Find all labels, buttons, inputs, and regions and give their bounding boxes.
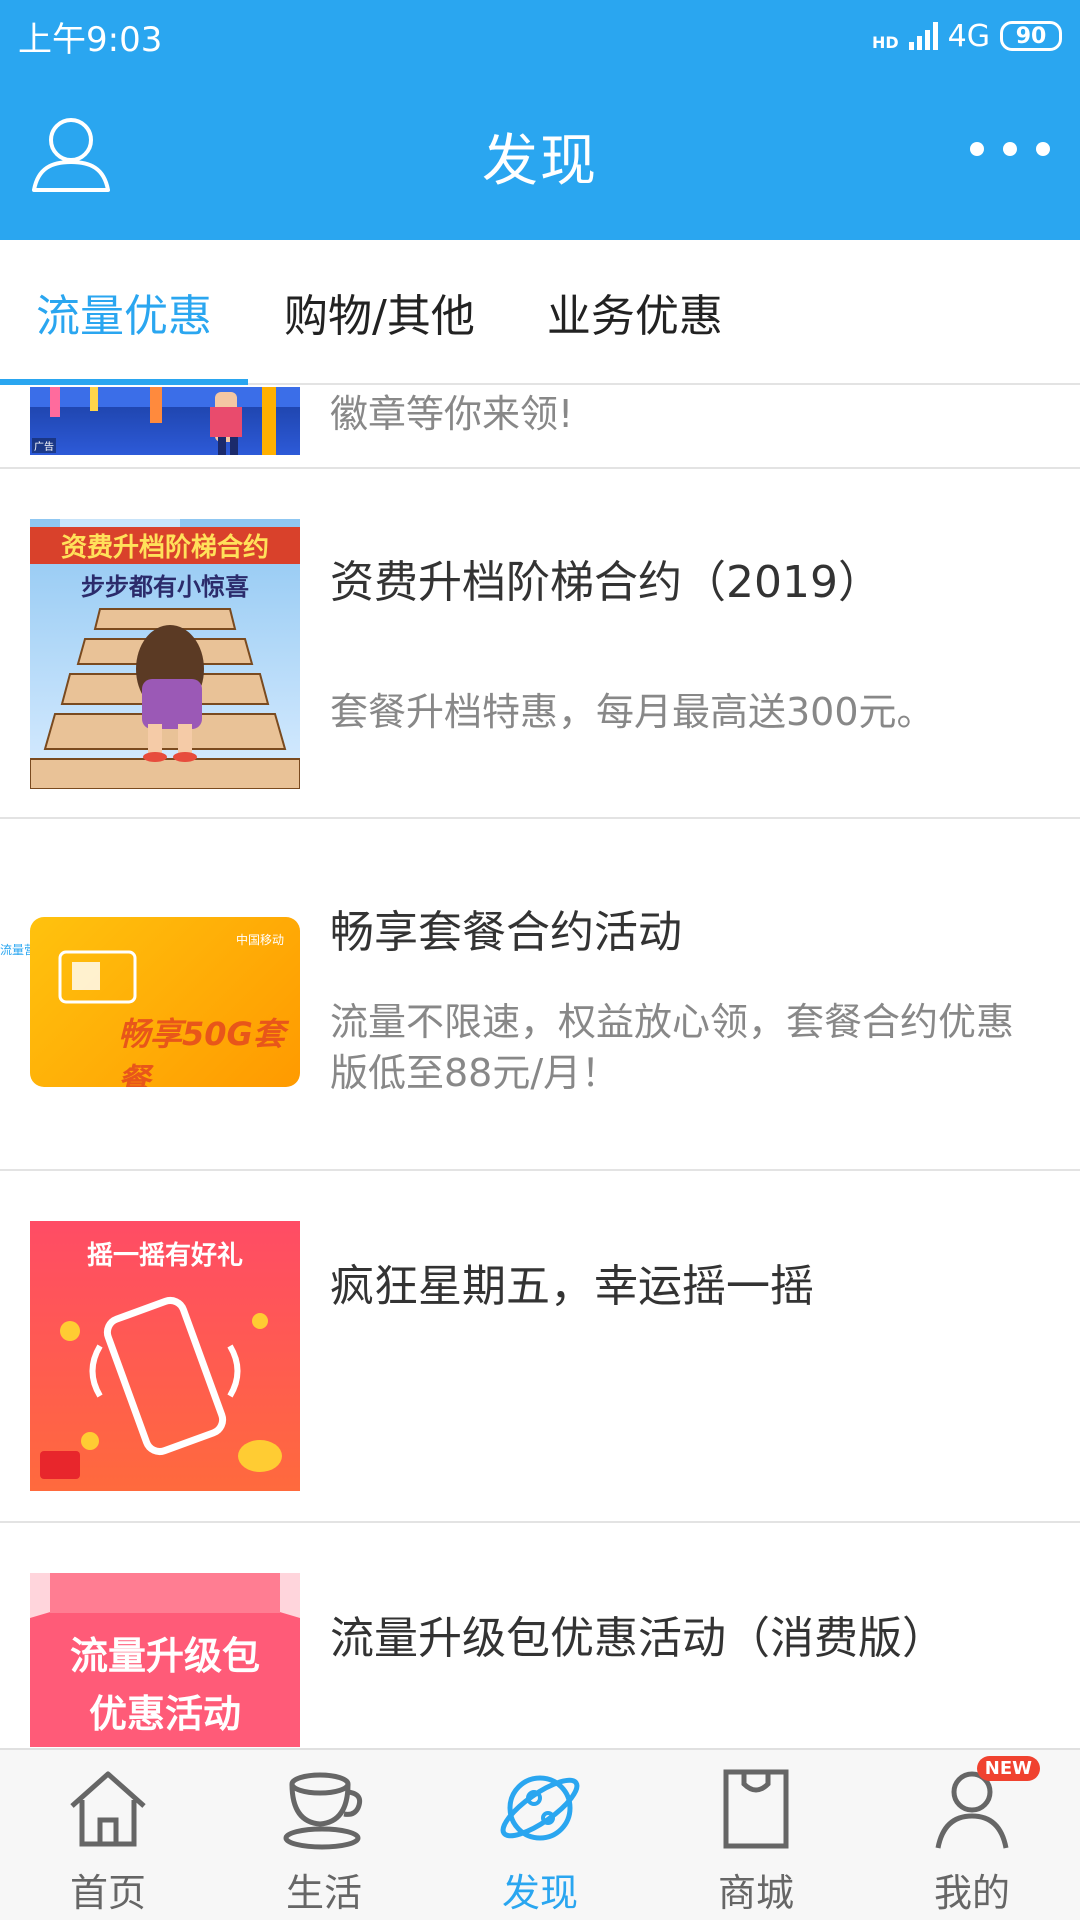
- status-indicators: HD 4G 90: [872, 19, 1062, 54]
- thumb-caption: 资费升档阶梯合约: [30, 527, 300, 564]
- list-item[interactable]: 广告 徽章等你来领!: [0, 387, 1080, 469]
- signal-icon: [908, 22, 938, 50]
- thumb-caption: 流量升级包: [69, 1634, 260, 1678]
- nav-discover[interactable]: 发现: [432, 1750, 648, 1920]
- nav-life[interactable]: 生活: [216, 1750, 432, 1920]
- nav-home[interactable]: 首页: [0, 1750, 216, 1920]
- promo-banner-image: 广告: [30, 387, 300, 455]
- battery-icon: 90: [1000, 21, 1062, 51]
- list-item[interactable]: 资费升档阶梯合约 步步都有小惊喜 资费升档阶梯合约（2019） 套餐升档特惠，每…: [0, 469, 1080, 819]
- thumb-caption: 畅享50G套餐: [118, 1015, 285, 1087]
- thumb-caption: 摇一摇有好礼: [86, 1241, 243, 1271]
- nav-label: 我的: [933, 1871, 1010, 1915]
- more-dot-icon: [970, 142, 984, 156]
- nav-mall[interactable]: 商城: [648, 1750, 864, 1920]
- more-button[interactable]: [970, 134, 1050, 164]
- item-title: 资费升档阶梯合约（2019）: [330, 557, 882, 608]
- thumb-caption: 优惠活动: [88, 1692, 241, 1736]
- tab-label: 业务优惠: [546, 290, 723, 342]
- shake-phone-image: 摇一摇有好礼: [30, 1221, 300, 1491]
- item-title: 疯狂星期五，幸运摇一摇: [330, 1261, 814, 1312]
- tab-label: 购物/其他: [284, 290, 475, 342]
- user-outline-icon: [32, 118, 110, 192]
- user-icon: NEW: [926, 1756, 1040, 1854]
- app-header: 发现: [0, 72, 1080, 240]
- tab-service-offers[interactable]: 业务优惠: [511, 240, 759, 383]
- status-bar: 上午9:03 HD 4G 90: [0, 0, 1080, 72]
- nav-label: 生活: [285, 1871, 362, 1915]
- item-desc: 流量不限速，权益放心领，套餐合约优惠版低至88元/月！: [330, 1000, 1015, 1096]
- shopping-bag-icon: [710, 1762, 802, 1854]
- item-desc: 徽章等你来领!: [330, 392, 574, 436]
- cup-icon: [278, 1762, 370, 1854]
- item-title: 流量升级包优惠活动（消费版）: [330, 1613, 946, 1664]
- list-item[interactable]: 摇一摇有好礼 疯狂星期五，幸运摇一摇: [0, 1171, 1080, 1523]
- page-title: 发现: [482, 128, 598, 194]
- item-desc: 套餐升档特惠，每月最高送300元。: [330, 690, 935, 734]
- tab-label: 流量优惠: [36, 290, 212, 342]
- hd-label: HD: [871, 32, 899, 52]
- offer-list: 广告 徽章等你来领! 资费升档阶梯合约 步步都有小惊喜 资费升档阶梯合约（201…: [0, 387, 1080, 1747]
- nav-label: 商城: [717, 1871, 794, 1915]
- home-icon: [62, 1762, 154, 1854]
- stairs-girl-image: 资费升档阶梯合约 步步都有小惊喜: [30, 519, 300, 789]
- planet-icon: [494, 1762, 586, 1854]
- upgrade-pack-image: 流量升级包 优惠活动: [30, 1573, 300, 1747]
- bottom-nav: 首页 生活 发现 商城 NEW 我的: [0, 1748, 1080, 1920]
- list-item[interactable]: 流量升级包 优惠活动 流量升级包优惠活动（消费版）: [0, 1523, 1080, 1747]
- ad-badge: 广告: [32, 438, 56, 453]
- item-title: 畅享套餐合约活动: [330, 907, 682, 958]
- nav-label: 发现: [501, 1871, 578, 1915]
- tab-traffic-offers[interactable]: 流量优惠: [0, 240, 248, 385]
- china-mobile-logo: 中国移动: [235, 933, 284, 947]
- status-time: 上午9:03: [18, 19, 163, 60]
- more-dot-icon: [1036, 142, 1050, 156]
- more-dot-icon: [1003, 142, 1017, 156]
- tab-shopping-other[interactable]: 购物/其他: [248, 240, 511, 383]
- sim-card-image: 中国移动 畅享50G套餐: [30, 917, 300, 1087]
- list-item[interactable]: 流量营业 中国移动 畅享50G套餐 畅享套餐合约活动 流量不限速，权益放心领，套…: [0, 819, 1080, 1171]
- nav-mine[interactable]: NEW 我的: [864, 1750, 1080, 1920]
- nav-label: 首页: [69, 1871, 146, 1915]
- category-tabs: 流量优惠 购物/其他 业务优惠: [0, 240, 1080, 385]
- profile-button[interactable]: [30, 112, 112, 194]
- battery-level: 90: [1015, 23, 1047, 49]
- thumb-caption: 步步都有小惊喜: [81, 573, 249, 601]
- network-type: 4G: [947, 18, 990, 54]
- new-badge: NEW: [976, 1756, 1040, 1781]
